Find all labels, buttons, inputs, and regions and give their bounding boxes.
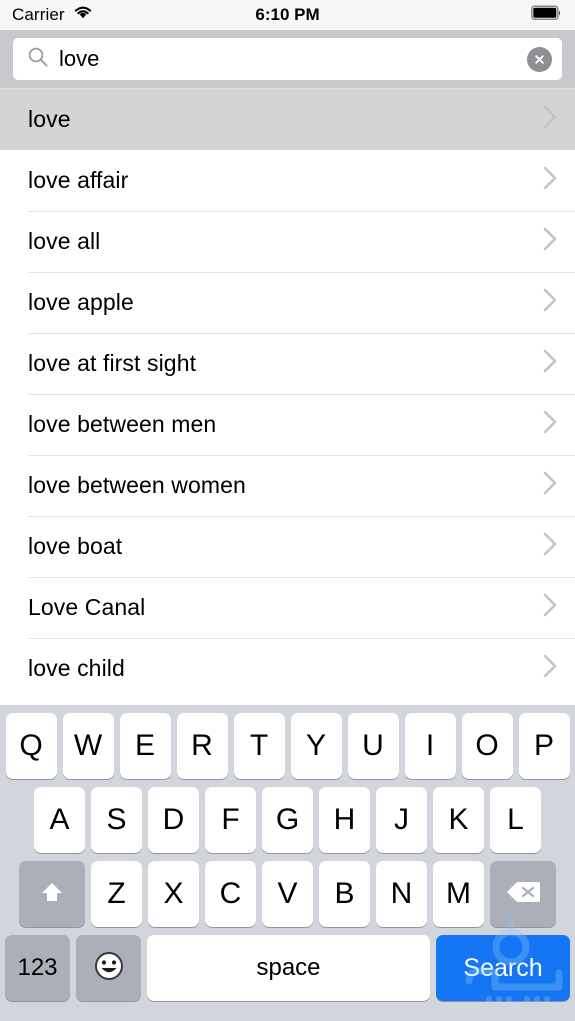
- key-w[interactable]: W: [62, 713, 114, 779]
- clear-search-icon[interactable]: [527, 46, 552, 72]
- key-d[interactable]: D: [148, 787, 199, 853]
- search-icon: [27, 46, 49, 73]
- suggestion-label: love boat: [28, 533, 123, 559]
- suggestion-label: love child: [28, 655, 125, 681]
- keyboard-row-3: ZXCVBNM: [0, 861, 575, 927]
- suggestion-label: Love Canal: [28, 594, 146, 620]
- emoji-smiley-icon: [92, 949, 126, 988]
- chevron-right-icon: [542, 653, 558, 684]
- key-q[interactable]: Q: [5, 713, 57, 779]
- carrier-label: Carrier: [12, 5, 65, 24]
- suggestion-label: love between men: [28, 411, 217, 437]
- key-p[interactable]: P: [518, 713, 570, 779]
- status-bar-left: Carrier: [12, 5, 93, 25]
- suggestion-row[interactable]: love boat: [0, 516, 575, 577]
- phone-screen: Carrier 6:10 PM love love love affair lo…: [0, 0, 575, 1021]
- key-u[interactable]: U: [347, 713, 399, 779]
- suggestion-label: love between women: [28, 472, 246, 498]
- suggestion-row[interactable]: love apple: [0, 272, 575, 333]
- shift-arrow-icon: [37, 877, 67, 912]
- suggestion-label: love apple: [28, 289, 134, 315]
- key-o[interactable]: O: [461, 713, 513, 779]
- key-k[interactable]: K: [433, 787, 484, 853]
- chevron-right-icon: [542, 165, 558, 196]
- chevron-right-icon: [542, 531, 558, 562]
- status-bar: Carrier 6:10 PM: [0, 0, 575, 30]
- key-e[interactable]: E: [119, 713, 171, 779]
- shift-key[interactable]: [19, 861, 85, 927]
- key-s[interactable]: S: [91, 787, 142, 853]
- keyboard-row-1: QWERTYUIOP: [0, 713, 575, 779]
- suggestion-label: love at first sight: [28, 350, 197, 376]
- key-h[interactable]: H: [319, 787, 370, 853]
- suggestion-label: love: [28, 106, 71, 132]
- key-n[interactable]: N: [376, 861, 427, 927]
- chevron-right-icon: [542, 226, 558, 257]
- chevron-right-icon: [542, 104, 558, 135]
- search-input-value: love: [59, 48, 100, 70]
- key-j[interactable]: J: [376, 787, 427, 853]
- chevron-right-icon: [542, 287, 558, 318]
- suggestion-row[interactable]: love between women: [0, 455, 575, 516]
- key-t[interactable]: T: [233, 713, 285, 779]
- suggestion-label: love all: [28, 228, 101, 254]
- numeric-key[interactable]: 123: [5, 935, 70, 1001]
- suggestion-row[interactable]: love between men: [0, 394, 575, 455]
- key-z[interactable]: Z: [91, 861, 142, 927]
- suggestion-label: love affair: [28, 167, 129, 193]
- virtual-keyboard[interactable]: QWERTYUIOP ASDFGHJKL ZXCVBNM 123 space S…: [0, 705, 575, 1021]
- key-a[interactable]: A: [34, 787, 85, 853]
- key-f[interactable]: F: [205, 787, 256, 853]
- backspace-key[interactable]: [490, 861, 556, 927]
- search-input[interactable]: love: [13, 38, 562, 80]
- key-y[interactable]: Y: [290, 713, 342, 779]
- key-r[interactable]: R: [176, 713, 228, 779]
- chevron-right-icon: [542, 592, 558, 623]
- search-key[interactable]: Search: [436, 935, 570, 1001]
- key-g[interactable]: G: [262, 787, 313, 853]
- suggestion-row[interactable]: love affair: [0, 150, 575, 211]
- chevron-right-icon: [542, 470, 558, 501]
- suggestion-row[interactable]: love child: [0, 638, 575, 699]
- key-m[interactable]: M: [433, 861, 484, 927]
- keyboard-row-2: ASDFGHJKL: [0, 787, 575, 853]
- key-l[interactable]: L: [490, 787, 541, 853]
- search-bar: love: [0, 30, 575, 88]
- key-c[interactable]: C: [205, 861, 256, 927]
- key-i[interactable]: I: [404, 713, 456, 779]
- key-x[interactable]: X: [148, 861, 199, 927]
- keyboard-row-4: 123 space Search: [0, 935, 575, 1009]
- suggestion-row[interactable]: love all: [0, 211, 575, 272]
- suggestion-row[interactable]: love: [0, 89, 575, 150]
- search-suggestion-list[interactable]: love love affair love all love apple love at…: [0, 88, 575, 705]
- backspace-icon: [505, 879, 541, 910]
- wifi-icon: [73, 5, 93, 25]
- suggestion-row[interactable]: love at first sight: [0, 333, 575, 394]
- suggestion-row[interactable]: Love Canal: [0, 577, 575, 638]
- chevron-right-icon: [542, 348, 558, 379]
- space-key[interactable]: space: [147, 935, 430, 1001]
- key-v[interactable]: V: [262, 861, 313, 927]
- emoji-key[interactable]: [76, 935, 141, 1001]
- keyboard-letters-row-3: ZXCVBNM: [88, 861, 487, 927]
- battery-full-icon: [531, 5, 563, 26]
- chevron-right-icon: [542, 409, 558, 440]
- key-b[interactable]: B: [319, 861, 370, 927]
- status-bar-right: [531, 5, 563, 26]
